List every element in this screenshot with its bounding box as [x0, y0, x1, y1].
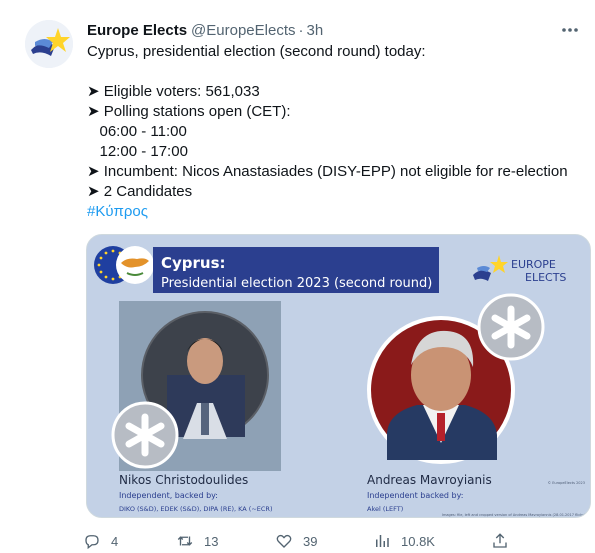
reply-button[interactable]: 4 — [83, 530, 118, 552]
separator-dot: · — [298, 21, 304, 39]
tweet-line — [87, 62, 587, 82]
cyprus-flag-icon — [116, 246, 154, 284]
tweet-line: ➤ Eligible voters: 561,033 — [87, 83, 260, 100]
logo-text-elects: ELECTS — [525, 271, 566, 284]
heart-icon — [276, 534, 292, 548]
tweet-header: Europe Elects @EuropeElects · 3h — [87, 20, 323, 40]
tweet-line: 06:00 - 11:00 — [87, 123, 187, 140]
views-button[interactable]: 10.8K — [373, 530, 435, 552]
avatar[interactable] — [25, 20, 73, 68]
hashtag-link[interactable]: #Κύπρος — [87, 202, 587, 222]
share-button[interactable] — [491, 530, 519, 552]
candidate-1-parties: DIKO (S&D), EDEK (S&D), DIPA (RE), KA (~… — [119, 505, 272, 513]
like-count: 39 — [303, 533, 318, 549]
retweet-icon — [177, 536, 193, 546]
reply-count: 4 — [111, 533, 119, 549]
candidate-2-backing: Independent backed by: — [367, 491, 463, 500]
title-event: Presidential election 2023 (second round… — [161, 276, 432, 291]
credit-images: Images: file, left and cropped version o… — [442, 513, 586, 517]
tweet-line: ➤ Incumbent: Nicos Anastasiades (DISY-EP… — [87, 163, 568, 180]
like-button[interactable]: 39 — [275, 530, 317, 552]
candidate-1-backing: Independent, backed by: — [119, 491, 218, 500]
tweet-line: 12:00 - 17:00 — [87, 143, 188, 160]
tweet-line: ➤ 2 Candidates — [87, 183, 193, 200]
title-country: Cyprus: — [161, 254, 226, 272]
author-handle[interactable]: @EuropeElects — [191, 22, 295, 39]
retweet-button[interactable]: 13 — [176, 530, 218, 552]
reply-icon — [85, 535, 99, 550]
candidate-2-parties: Akel (LEFT) — [367, 505, 403, 513]
candidate-1-name: Nikos Christodoulides — [119, 473, 248, 487]
views-chart-icon — [376, 535, 389, 547]
tweet-text: Cyprus, presidential election (second ro… — [87, 42, 587, 222]
tweet-time[interactable]: 3h — [307, 22, 324, 39]
candidate-2-name: Andreas Mavroyianis — [367, 473, 492, 487]
election-graphic: Cyprus: Presidential election 2023 (seco… — [87, 235, 590, 517]
media-card[interactable]: Cyprus: Presidential election 2023 (seco… — [86, 234, 591, 518]
tweet[interactable]: Europe Elects @EuropeElects · 3h Cyprus,… — [0, 0, 595, 553]
retweet-count: 13 — [204, 533, 219, 549]
credit-copyright: © EuropeElects 2023 — [548, 481, 585, 485]
author-name[interactable]: Europe Elects — [87, 22, 187, 39]
tweet-line: ➤ Polling stations open (CET): — [87, 103, 291, 120]
europe-elects-logo-icon — [25, 20, 73, 68]
asterisk-badge-icon — [111, 401, 179, 469]
logo-text-europe: EUROPE — [511, 258, 556, 271]
action-bar: 4 13 39 10.8K — [83, 530, 593, 552]
more-options-icon[interactable] — [559, 22, 581, 38]
share-icon — [493, 533, 507, 548]
asterisk-badge-icon — [477, 293, 545, 361]
views-count: 10.8K — [401, 533, 435, 549]
tweet-line: Cyprus, presidential election (second ro… — [87, 43, 426, 60]
